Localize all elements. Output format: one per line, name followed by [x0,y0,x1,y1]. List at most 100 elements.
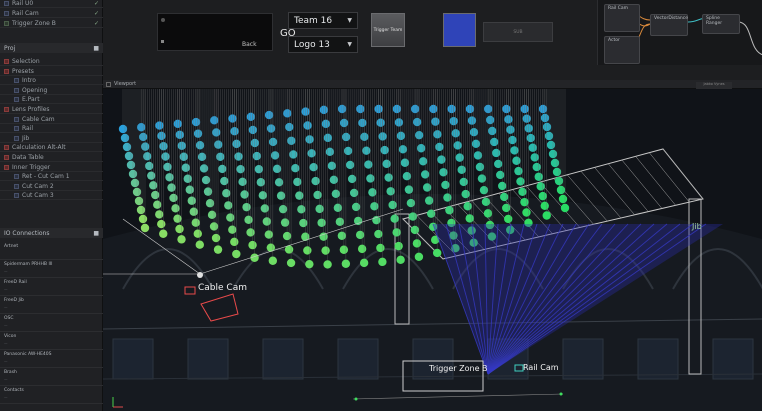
layer-swatch-icon [4,21,9,26]
chevron-down-icon: ▼ [347,17,352,24]
project-tree-item[interactable]: Jib [0,135,103,143]
trigger-team-button[interactable]: Trigger Team [371,13,405,47]
folder-icon [4,155,9,160]
jib-label: Jib [692,222,702,231]
close-icon[interactable]: ■ [93,45,99,52]
project-tree-item[interactable]: Lens Profiles [0,106,103,114]
project-tree-item[interactable]: Inner Trigger [0,164,103,172]
project-item-label: Cut Cam 2 [22,182,54,190]
io-name: Artnet [4,244,19,249]
project-tree-item[interactable]: Cut Cam 3 [0,192,103,201]
io-connection-item[interactable]: Contacts — [0,386,103,404]
io-name: Vicon [4,334,17,339]
folder-icon [14,126,19,132]
checkbox-icon[interactable] [106,82,111,87]
folder-icon [4,164,9,170]
project-tree-item[interactable]: Selection [0,58,103,66]
node-label: Rail Cam [608,6,628,11]
team-select-value: Team 16 [294,15,333,26]
node-vector-distance[interactable]: VectorDistance [650,14,688,36]
project-item-label: Selection [12,58,40,65]
outliner-label: Rail Cam [12,10,39,17]
viewport-tab[interactable]: Viewport [114,81,136,87]
folder-icon [14,116,19,122]
io-sub: — [4,377,8,381]
project-tree-item[interactable]: Cut Cam 2 [0,183,103,191]
project-tree-item[interactable]: Opening [0,87,103,95]
io-name: Spidermam PRHHB III [4,262,53,267]
node-actor[interactable]: Actor [604,36,640,64]
outliner-row[interactable]: Rail U0 ✓ [0,0,103,8]
io-connection-item[interactable]: FreeD Jib — [0,296,103,314]
io-connection-item[interactable]: Panasonic AW-HE40S — [0,350,103,368]
io-sub: — [4,305,8,309]
project-item-label: E.Part [22,96,40,104]
io-sub: — [4,341,8,345]
project-tree-item[interactable]: Cable Cam [0,116,103,124]
check-icon[interactable]: ✓ [94,0,99,7]
node-rail-cam[interactable]: Rail Cam [604,4,640,32]
viewport-tabbar: Viewport [103,80,762,89]
sub-button[interactable]: SUB [483,22,553,42]
io-connection-item[interactable]: Artnet [0,242,103,260]
project-item-label: Inner Trigger [12,163,51,171]
check-icon[interactable]: ✓ [94,10,99,17]
folder-icon [14,183,19,189]
io-connection-item[interactable]: Spidermam PRHHB III — [0,260,103,278]
project-tree-item[interactable]: Calculation Alt-Alt [0,144,103,153]
node-spline-ranger[interactable]: Spline Ranger [702,14,740,34]
view-mode-button[interactable]: Jabko Vynes [696,82,732,89]
logo-select[interactable]: Logo 13 ▼ [288,36,358,53]
project-item-label: Presets [12,67,34,75]
folder-icon [4,59,9,64]
io-name: FreeD Jib [4,298,24,303]
team-select[interactable]: Team 16 ▼ [288,12,358,29]
io-connection-item[interactable]: Brash — [0,368,103,386]
folder-icon [14,97,19,103]
outliner-label: Rail U0 [12,0,34,7]
project-item-label: Ret - Cut Cam 1 [22,173,70,181]
project-item-label: Calculation Alt-Alt [12,144,66,152]
io-sub: — [4,359,8,363]
project-tree-item[interactable]: Presets [0,68,103,76]
outliner-row[interactable]: Trigger Zone B ✓ [0,20,103,28]
chevron-down-icon: ▼ [347,41,352,48]
project-tree-item[interactable]: E.Part [0,96,103,105]
project-tree-item[interactable]: Rail [0,125,103,134]
io-title: IO Connections [4,229,50,237]
io-name: OSC [4,316,14,321]
node-label: Spline Ranger [706,16,723,26]
node-label: VectorDistance [654,16,689,21]
status-dot-icon [161,18,165,22]
go-button[interactable]: GO Back [157,13,296,51]
project-tree-item[interactable]: Intro [0,77,103,86]
project-tree-item[interactable]: Ret - Cut Cam 1 [0,173,103,182]
control-strip: GO Back Team 16 ▼ Logo 13 ▼ Trigger Team S… [103,0,762,80]
io-connection-item[interactable]: OSC — [0,314,103,332]
project-item-label: Cut Cam 3 [22,192,54,200]
io-sub: — [4,323,8,327]
io-sub: — [4,395,8,399]
color-swatch[interactable] [443,13,476,47]
node-graph: Rail Cam VectorDistance Spline Ranger Ac… [597,0,762,65]
io-name: FreeD Rail [4,280,27,285]
project-item-label: Jib [22,134,30,142]
io-sub: — [4,269,8,273]
back-label: Back [242,41,257,48]
folder-icon [14,87,19,93]
add-icon[interactable]: ■ [93,230,99,237]
io-connection-item[interactable]: FreeD Rail — [0,278,103,296]
layer-swatch-icon [4,1,9,6]
io-connection-item[interactable]: Vicon — [0,332,103,350]
check-icon[interactable]: ✓ [94,20,99,27]
trigger-team-label: Trigger Team [373,27,403,33]
scene-3d [103,89,762,411]
outliner-row[interactable]: Rail Cam ✓ [0,10,103,18]
project-tree-item[interactable]: Data Table [0,154,103,162]
viewport[interactable]: Viewport Jabko Vynes Cable Cam Trigger Z… [103,80,762,411]
io-name: Panasonic AW-HE40S [4,352,52,357]
node-label: Actor [608,38,620,43]
project-item-label: Cable Cam [22,115,55,123]
io-name: Contacts [4,388,24,393]
folder-icon [14,135,19,141]
